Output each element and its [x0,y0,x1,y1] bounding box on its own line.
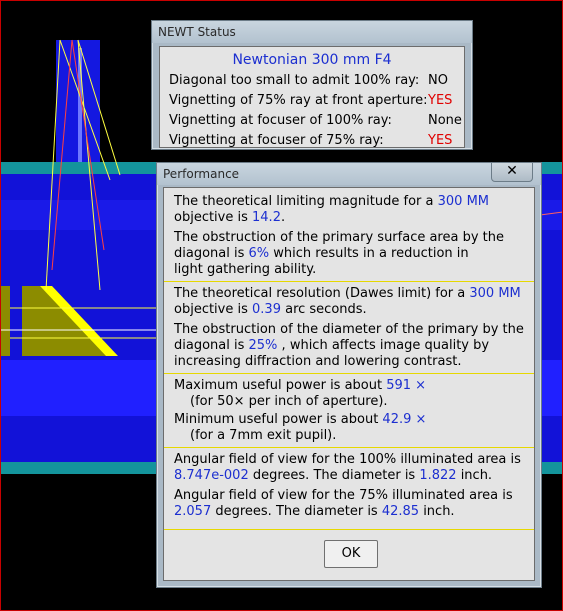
text-span: The theoretical resolution (Dawes limit)… [174,286,470,301]
status-row-label: Vignetting of 75% ray at front aperture: [169,93,428,108]
text-span: degrees. The diameter is [211,504,382,519]
text-span: diagonal is [174,338,249,353]
performance-window: Performance ✕ The theoretical limiting m… [156,162,542,588]
fov-100-degrees: 8.747e-002 [174,468,249,483]
text-span: The obstruction of the primary surface a… [174,230,505,245]
status-row-label: Vignetting at focuser of 100% ray: [169,113,392,128]
separator [164,447,534,448]
status-row-value: YES [428,133,453,148]
status-row-label: Diagonal too small to admit 100% ray: [169,73,420,88]
resolution-text: The theoretical resolution (Dawes limit)… [174,286,526,318]
text-span: arc seconds. [280,302,367,317]
resolution-value: 0.39 [252,302,281,317]
text-span: inch. [456,468,493,483]
telescope-heading: Newtonian 300 mm F4 [232,52,392,68]
separator [164,281,534,282]
close-icon: ✕ [506,163,518,179]
text-span: Angular field of view for the 100% illum… [174,452,521,467]
newt-status-window: NEWT Status Newtonian 300 mm F4 Diagonal… [151,20,473,150]
text-span: The obstruction of the diameter of the p… [174,322,524,337]
text-span: objective is [174,302,253,317]
text-span: increasing diffraction and lowering cont… [174,354,462,369]
aperture-value: 300 MM [437,194,490,209]
text-span: Minimum useful power is about [174,412,383,427]
text-span: The theoretical limiting magnitude for a [174,194,438,209]
max-power-value: 591 × [386,378,427,393]
max-power-note: (for 50× per inch of aperture). [190,394,388,409]
text-span: inch. [419,504,455,519]
fov-100-text: Angular field of view for the 100% illum… [174,452,526,484]
min-power-text: Minimum useful power is about 42.9 × (fo… [174,412,526,444]
close-button[interactable]: ✕ [491,162,533,182]
status-row-value: None [428,113,462,128]
status-panel: Newtonian 300 mm F4 Diagonal too small t… [159,46,465,148]
min-power-note: (for a 7mm exit pupil). [190,428,337,443]
obstruction-area-value: 6% [248,246,270,261]
separator [164,373,534,374]
text-span: diagonal is [174,246,249,261]
obstruction-area-text: The obstruction of the primary surface a… [174,230,526,278]
status-row-label: Vignetting at focuser of 75% ray: [169,133,384,148]
status-window-titlebar[interactable]: NEWT Status [152,21,472,43]
fov-75-diameter: 42.85 [381,504,420,519]
fov-75-degrees: 2.057 [174,504,212,519]
obstruction-diameter-text: The obstruction of the diameter of the p… [174,322,526,370]
limiting-magnitude-value: 14.2 [252,210,281,225]
text-span: objective is [174,210,253,225]
text-span: Angular field of view for the 75% illumi… [174,488,513,503]
separator [164,529,534,530]
text-span: , which affects image quality by [277,338,490,353]
min-power-value: 42.9 × [382,412,427,427]
text-span: which results in a reduction in [269,246,469,261]
text-span: degrees. The diameter is [248,468,420,483]
max-power-text: Maximum useful power is about 591 × (for… [174,378,526,410]
fov-75-text: Angular field of view for the 75% illumi… [174,488,526,520]
performance-panel: The theoretical limiting magnitude for a… [163,187,535,581]
text-span: light gathering ability. [174,262,317,277]
aperture-value: 300 MM [469,286,521,301]
fov-100-diameter: 1.822 [419,468,457,483]
text-span: . [280,210,286,225]
status-row-value: NO [428,73,448,88]
performance-window-titlebar[interactable]: Performance [157,163,541,185]
ok-button[interactable]: OK [324,540,378,568]
obstruction-diameter-value: 25% [248,338,278,353]
status-row-value: YES [428,93,453,108]
text-span: Maximum useful power is about [174,378,387,393]
limiting-magnitude-text: The theoretical limiting magnitude for a… [174,194,526,226]
